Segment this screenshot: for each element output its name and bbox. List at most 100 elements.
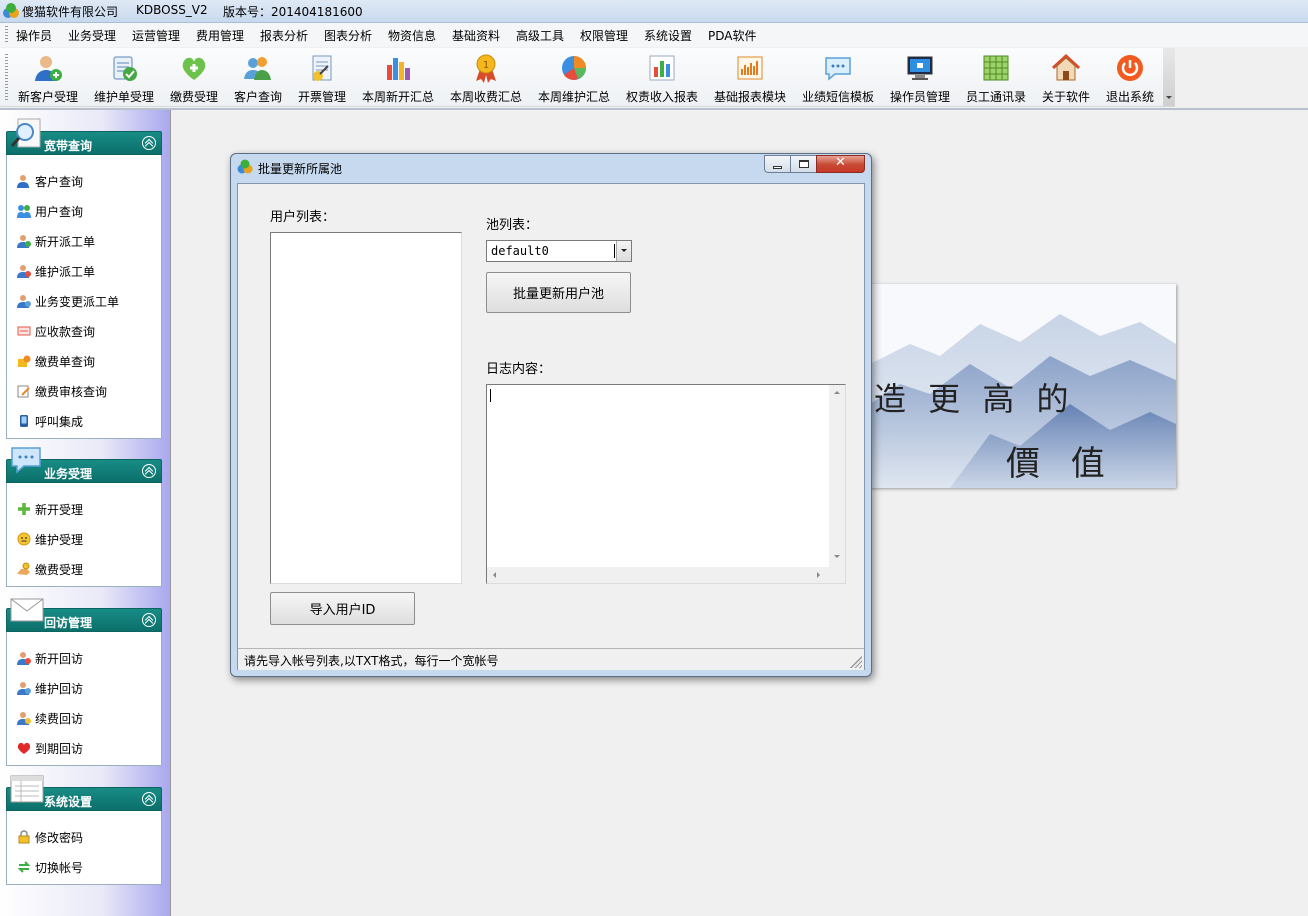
payment-slip-icon [18, 355, 31, 367]
calligraphy-line-1: 造 更 高 的 [874, 380, 1075, 418]
panel-title: 回访管理 [44, 616, 93, 630]
toolbar: 新客户受理 维护单受理 缴费受理 客户查询 开票管理 本周新开汇总 1 本周收费… [0, 48, 1175, 107]
menu-permissions[interactable]: 权限管理 [580, 27, 628, 44]
horizontal-scrollbar[interactable] [487, 567, 829, 583]
customer-search-icon [244, 57, 271, 80]
panel-title: 系统设置 [44, 795, 93, 809]
tool-label: 退出系统 [1105, 90, 1154, 104]
menu-pda[interactable]: PDA软件 [708, 27, 756, 44]
tool-label: 本周收费汇总 [449, 90, 522, 104]
main-divider [0, 108, 1308, 110]
maximize-button[interactable] [790, 155, 817, 173]
tool-label: 新客户受理 [17, 90, 78, 104]
tool-label: 维护单受理 [93, 90, 154, 104]
scroll-right-icon[interactable] [817, 572, 823, 578]
menu-grip [5, 26, 8, 44]
scrollbar-corner [829, 567, 845, 583]
menu-charts[interactable]: 图表分析 [324, 27, 372, 44]
weekly-fee-medal-icon: 1 [476, 54, 496, 83]
about-house-icon [1051, 53, 1081, 81]
log-label: 日志内容： [486, 362, 552, 377]
close-button[interactable]: ✕ [816, 155, 865, 173]
batch-update-pool-dialog: 批量更新所属池 ✕ 用户列表： 池列表： default0 批量更新用户池 日志… [230, 153, 872, 677]
pool-list-label: 池列表： [486, 218, 539, 233]
panel-body: 修改密码 切换帐号 [6, 811, 162, 885]
sidebar: 宽带查询 客户查询 用户查询 新开派工单 维护派工单 业务变更派工单 应收款查询… [0, 110, 171, 916]
invoice-button[interactable]: 开票管理 [294, 48, 350, 106]
menu-system-settings[interactable]: 系统设置 [644, 27, 692, 44]
batch-update-pool-button[interactable]: 批量更新用户池 [486, 272, 631, 313]
dialog-title: 批量更新所属池 [258, 162, 343, 176]
maintenance-order-icon [113, 56, 137, 81]
title-bar: 傻猫软件有限公司 KDBOSS_V2 版本号：201404181600 [0, 0, 1308, 23]
chevron-down-icon[interactable] [616, 241, 631, 261]
menu-basic-data[interactable]: 基础资料 [452, 27, 500, 44]
menu-materials[interactable]: 物资信息 [388, 27, 436, 44]
app-logo-icon [3, 3, 19, 18]
status-text: 请先导入帐号列表,以TXT格式，每行一个宽帐号 [244, 654, 499, 668]
operator-management-button[interactable]: 操作员管理 [886, 48, 954, 106]
lock-icon [18, 830, 30, 844]
maintenance-order-button[interactable]: 维护单受理 [90, 48, 158, 106]
toolbar-grip [5, 54, 8, 100]
vertical-scrollbar[interactable] [829, 385, 845, 567]
weekly-fee-summary-button[interactable]: 1 本周收费汇总 [446, 48, 526, 106]
payment-button[interactable]: 缴费受理 [166, 48, 222, 106]
pool-select[interactable]: default0 [486, 240, 632, 262]
magnifier-icon [10, 118, 41, 148]
collapse-icon[interactable] [142, 136, 156, 150]
panel-title: 业务受理 [44, 467, 93, 481]
exit-system-button[interactable]: 退出系统 [1102, 48, 1158, 106]
tool-label: 权责收入报表 [625, 90, 698, 104]
minimize-button[interactable] [764, 155, 791, 173]
maintenance-dispatch-icon [17, 265, 31, 278]
weekly-new-summary-button[interactable]: 本周新开汇总 [358, 48, 438, 106]
close-icon: ✕ [835, 155, 846, 170]
scroll-left-icon[interactable] [490, 572, 496, 578]
tool-label: 员工通讯录 [965, 90, 1026, 104]
menu-bar: 操作员 业务受理 运营管理 费用管理 报表分析 图表分析 物资信息 基础资料 高… [0, 23, 1308, 47]
menu-operator[interactable]: 操作员 [16, 27, 52, 44]
hand-coin-icon [17, 562, 30, 575]
tool-label: 操作员管理 [889, 90, 950, 104]
menu-fees[interactable]: 费用管理 [196, 27, 244, 44]
toolbar-overflow-button[interactable] [1163, 48, 1175, 106]
collapse-icon[interactable] [142, 792, 156, 806]
panel-title: 宽带查询 [44, 139, 93, 153]
new-customer-button[interactable]: 新客户受理 [14, 48, 82, 106]
switch-account-icon [17, 861, 31, 873]
toolbar-empty-area [1175, 48, 1308, 106]
customer-search-button[interactable]: 客户查询 [230, 48, 286, 106]
income-report-icon [649, 55, 675, 81]
collapse-icon[interactable] [142, 464, 156, 478]
user-list-box[interactable] [270, 232, 462, 584]
menu-advanced-tools[interactable]: 高级工具 [516, 27, 564, 44]
invoice-icon [312, 55, 332, 81]
menu-reports[interactable]: 报表分析 [260, 27, 308, 44]
about-software-button[interactable]: 关于软件 [1038, 48, 1094, 106]
weekly-maintenance-summary-button[interactable]: 本周维护汇总 [534, 48, 614, 106]
staff-directory-button[interactable]: 员工通讯录 [962, 48, 1030, 106]
svg-text:1: 1 [483, 60, 489, 71]
tool-label: 业绩短信模板 [801, 90, 874, 104]
menu-operations[interactable]: 运营管理 [132, 27, 180, 44]
menu-business[interactable]: 业务受理 [68, 27, 116, 44]
scroll-down-icon[interactable] [834, 555, 840, 561]
resize-grip-icon[interactable] [850, 656, 862, 668]
tool-label: 关于软件 [1041, 90, 1090, 104]
new-customer-icon [35, 56, 62, 81]
power-icon [1117, 55, 1143, 81]
dialog-app-icon [237, 159, 253, 174]
import-user-id-button[interactable]: 导入用户ID [270, 592, 415, 625]
renew-visit-icon [17, 712, 31, 725]
text-caret [490, 389, 491, 402]
income-report-button[interactable]: 权责收入报表 [622, 48, 702, 106]
background-landscape-image: 造 更 高 的 價 值 [870, 284, 1176, 488]
users-icon [17, 205, 31, 218]
sms-template-button[interactable]: 业绩短信模板 [798, 48, 878, 106]
log-textarea[interactable] [486, 384, 846, 584]
basic-report-button[interactable]: 基础报表模块 [710, 48, 790, 106]
collapse-icon[interactable] [142, 613, 156, 627]
scroll-up-icon[interactable] [834, 388, 840, 394]
heart-icon [17, 742, 31, 754]
